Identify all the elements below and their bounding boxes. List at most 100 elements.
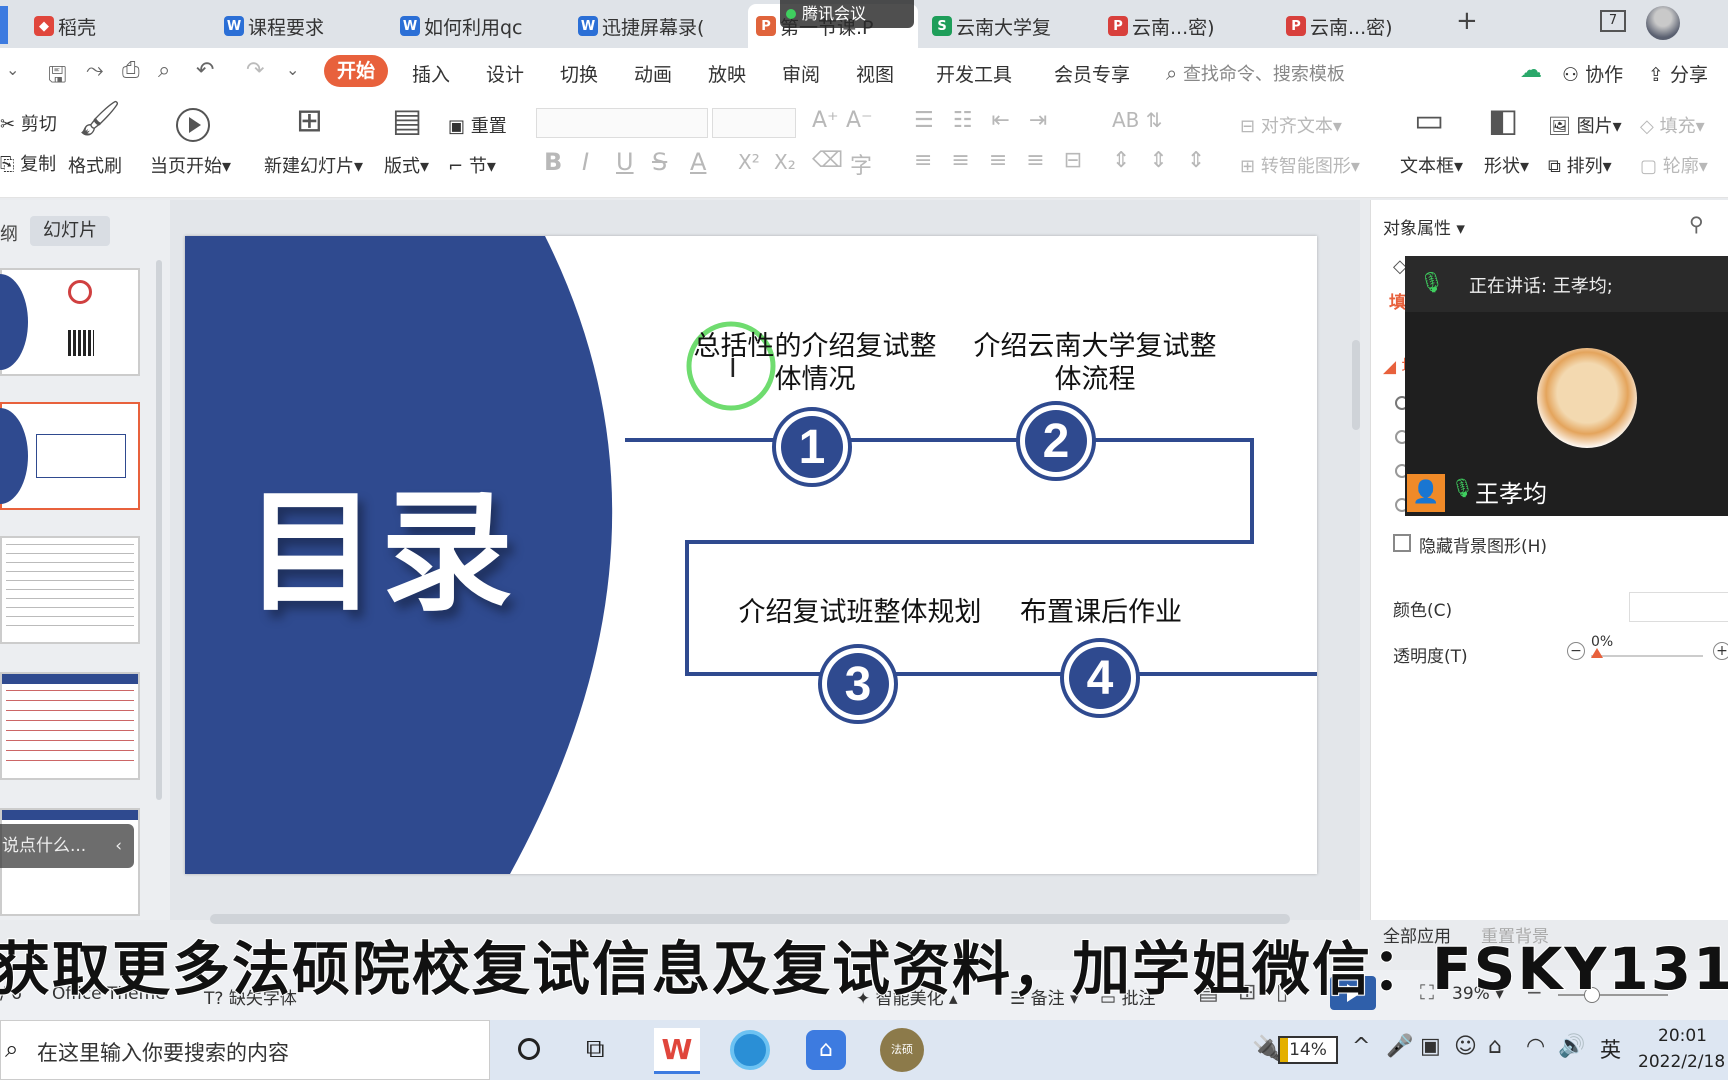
properties-title[interactable]: 对象属性 ▾ [1383,214,1465,239]
transparency-increase-button[interactable]: + [1713,642,1728,660]
tab-yunnan-pdf-1[interactable]: P 云南...密) [1100,4,1260,48]
layout-icon[interactable]: ▤ [392,104,422,136]
cut-button[interactable]: ✂ 剪切 [0,110,57,136]
undo-icon[interactable]: ↶ [196,58,214,83]
collaborate-button[interactable]: ⚇ 协作 [1562,60,1623,87]
new-slide-button[interactable]: 新建幻灯片▾ [264,152,363,178]
print-preview-icon[interactable]: ⌕ [158,58,170,83]
superscript-button[interactable]: X² [738,150,760,174]
color-picker[interactable] [1629,592,1728,622]
slide-thumbnail-3[interactable] [0,536,140,644]
section-button[interactable]: ⌐ 节▾ [448,152,496,178]
outline-button[interactable]: ▢ 轮廓▾ [1640,152,1708,178]
thumbnail-scrollbar[interactable] [156,260,162,800]
hide-bg-checkbox[interactable] [1393,534,1411,552]
command-search-input[interactable]: ⌕ 查找命令、搜索模板 [1166,57,1406,89]
transparency-slider[interactable] [1591,655,1703,657]
taskbar-search-box[interactable]: 在这里输入你要搜索的内容 ⌕ [0,1020,490,1080]
scroll-thumb[interactable] [1352,340,1360,430]
chevron-down-icon[interactable]: ⌄ [6,60,19,79]
save-icon[interactable]: 🖫 [48,58,67,96]
export-icon[interactable]: ⤳ [86,58,104,83]
pin-icon[interactable]: ⚲ [1689,212,1704,236]
strikethrough-button[interactable]: S [652,148,667,176]
layout-button[interactable]: 版式▾ [384,152,429,178]
menu-tab-insert[interactable]: 插入 [412,60,450,87]
align-text-button[interactable]: ⊟ 对齐文本▾ [1240,112,1342,138]
menu-tab-view[interactable]: 视图 [856,60,894,87]
vertical-scrollbar[interactable] [1352,210,1360,910]
menu-tab-animation[interactable]: 动画 [634,60,672,87]
cortana-icon[interactable] [518,1038,540,1060]
user-avatar[interactable] [1646,6,1680,40]
window-count-badge[interactable]: 7 [1600,10,1626,32]
format-painter-button[interactable]: 格式刷 [68,152,122,178]
volume-icon[interactable]: 🔊 [1558,1034,1585,1059]
share-button[interactable]: ⇪ 分享 [1648,60,1708,87]
line-spacing-icons[interactable]: ⇕ ⇕ ⇕ [1112,148,1211,173]
new-slide-icon[interactable]: ⊞ [296,104,323,136]
bold-button[interactable]: B [544,148,562,176]
tab-yunnan-pdf-2[interactable]: P 云南...密) [1278,4,1438,48]
paragraph-align-icons[interactable]: ≡ ≡ ≡ ≡ ⊟ [914,148,1088,173]
clock-date[interactable]: 2022/2/18 [1638,1052,1725,1072]
play-from-current-button[interactable]: 当页开始▾ [150,152,231,178]
cloud-sync-icon[interactable]: ☁ [1520,58,1542,83]
tab-outline[interactable]: 纲 [0,220,18,246]
font-family-select[interactable] [536,108,708,138]
tab-daoke[interactable]: ◆ 稻壳 [26,4,196,48]
microphone-tray-icon[interactable]: 🎤 [1386,1034,1413,1059]
underline-button[interactable]: U [616,148,634,176]
meeting-video-panel[interactable]: 🎙 正在讲话: 王孝均; 👤 🎙 王孝均 [1405,256,1728,516]
font-size-select[interactable] [712,108,796,138]
redo-icon[interactable]: ↷ [246,58,264,83]
tab-screen-recorder[interactable]: W 迅捷屏幕录( [570,4,730,48]
menu-tab-design[interactable]: 设计 [486,60,524,87]
display-tray-icon[interactable]: ▣ [1420,1034,1441,1059]
list-format-icons[interactable]: ☰ ☷ ⇤ ⇥ [914,108,1053,133]
phonetic-guide-icon[interactable]: 字 [850,148,872,180]
edge-browser-icon[interactable] [730,1030,770,1070]
notification-tray-icon[interactable]: ⌂ [1488,1034,1502,1059]
transparency-decrease-button[interactable]: − [1567,642,1585,660]
menu-tab-developer[interactable]: 开发工具 [936,60,1012,87]
qq-tray-icon[interactable]: ☺ [1454,1034,1477,1059]
text-direction-icon[interactable]: AB ⇅ [1112,108,1163,132]
arrange-button[interactable]: ⧉ 排列▾ [1548,152,1612,178]
subscript-button[interactable]: X₂ [774,150,796,174]
font-color-button[interactable]: A [690,148,706,176]
meeting-floating-bar[interactable]: 腾讯会议 [780,0,914,28]
wps-app-icon[interactable]: W [654,1028,700,1074]
customize-toolbar-icon[interactable]: ⌄ [286,60,299,79]
wifi-icon[interactable]: ◠ [1526,1034,1545,1059]
reset-button[interactable]: ▣ 重置 [448,112,507,138]
format-painter-icon[interactable]: 🖌 [78,102,121,136]
slide-thumbnail-1[interactable] [0,268,140,376]
print-icon[interactable]: ⎙ [122,58,140,83]
fill-button[interactable]: ◇ 填充▾ [1640,112,1705,138]
battery-indicator[interactable]: 14% [1278,1036,1338,1064]
tab-yunnan-univ-sheet[interactable]: S 云南大学复 [924,4,1084,48]
clear-format-icon[interactable]: ⌫ [812,148,843,173]
shape-icon[interactable]: ◧ [1488,104,1518,136]
tab-course-requirements[interactable]: W 课程要求 [216,4,376,48]
tab-how-to-use-qq[interactable]: W 如何利用qc [392,4,552,48]
italic-button[interactable]: I [582,148,589,176]
textbox-button[interactable]: 文本框▾ [1400,152,1463,178]
increase-font-icon[interactable]: A⁺ [812,108,839,133]
copy-button[interactable]: ⎘ 复制 [0,150,56,176]
slide-thumbnail-2[interactable] [0,402,140,510]
clock-time[interactable]: 20:01 [1658,1026,1707,1046]
menu-tab-home[interactable]: 开始 [324,55,388,87]
study-app-icon[interactable]: 法硕 [880,1028,924,1072]
tab-fill[interactable]: 填 [1389,288,1406,313]
menu-tab-slideshow[interactable]: 放映 [708,60,746,87]
new-tab-button[interactable]: + [1456,6,1478,36]
shape-button[interactable]: 形状▾ [1484,152,1529,178]
task-view-icon[interactable]: ⧉ [586,1034,605,1065]
menu-tab-member[interactable]: 会员专享 [1054,60,1130,87]
chevron-up-icon[interactable]: ^ [1352,1034,1370,1059]
tab-slides[interactable]: 幻灯片 [30,216,110,246]
ime-indicator[interactable]: 英 [1600,1034,1621,1064]
tencent-meeting-icon[interactable]: ⌂ [806,1030,846,1070]
